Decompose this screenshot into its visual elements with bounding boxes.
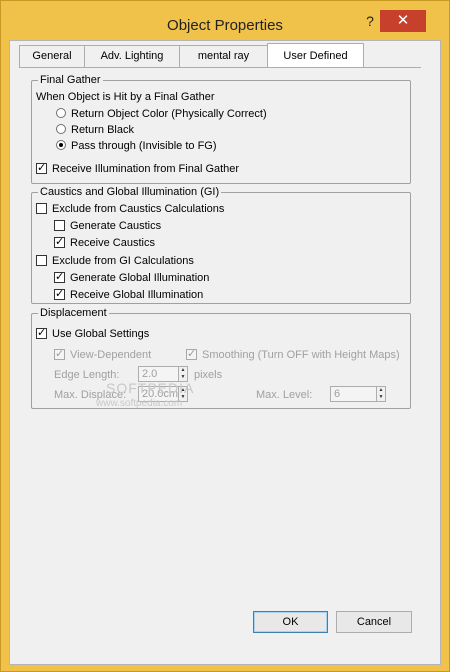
- spinner-arrows-icon[interactable]: ▲ ▼: [376, 387, 385, 401]
- edge-length-unit: pixels: [194, 369, 223, 381]
- tab-user-defined[interactable]: User Defined: [267, 43, 364, 67]
- checkbox[interactable]: [54, 347, 65, 361]
- cancel-button[interactable]: Cancel: [336, 611, 412, 633]
- generate-caustics-checkbox[interactable]: Generate Caustics: [54, 219, 161, 233]
- checkbox[interactable]: [54, 270, 65, 284]
- caustics-gi-group: Caustics and Global Illumination (GI) Ex…: [31, 185, 411, 304]
- watermark-logo: SOFTPEDIA: [106, 380, 195, 396]
- ok-button[interactable]: OK: [253, 611, 328, 633]
- spinner-arrows-icon[interactable]: ▲ ▼: [178, 367, 187, 381]
- tab-pane: Final Gather When Object is Hit by a Fin…: [19, 67, 421, 432]
- max-level-spinner[interactable]: 6 ▲ ▼: [330, 386, 386, 402]
- generate-gi-checkbox[interactable]: Generate Global Illumination: [54, 270, 209, 285]
- final-gather-group: Final Gather When Object is Hit by a Fin…: [31, 73, 411, 184]
- radio-button[interactable]: [56, 124, 66, 134]
- use-global-settings-checkbox[interactable]: Use Global Settings: [36, 326, 149, 341]
- tab-general[interactable]: General: [19, 45, 85, 67]
- checkbox[interactable]: [54, 287, 65, 301]
- dialog-body: General Adv. Lighting mental ray User De…: [9, 40, 441, 665]
- checkbox[interactable]: [186, 347, 197, 361]
- displacement-group: Displacement Use Global Settings View-De…: [31, 306, 411, 409]
- checkbox[interactable]: [36, 255, 47, 266]
- displacement-title: Displacement: [38, 306, 109, 320]
- receive-gi-checkbox[interactable]: Receive Global Illumination: [54, 287, 203, 302]
- fg-option-pass-through[interactable]: Pass through (Invisible to FG): [56, 139, 217, 153]
- smoothing-checkbox[interactable]: Smoothing (Turn OFF with Height Maps): [186, 347, 400, 362]
- final-gather-subtitle: When Object is Hit by a Final Gather: [36, 91, 215, 103]
- edge-length-value: 2.0: [142, 368, 158, 380]
- checkbox[interactable]: [54, 220, 65, 231]
- fg-option-return-color[interactable]: Return Object Color (Physically Correct): [56, 107, 267, 121]
- help-icon[interactable]: ?: [361, 13, 379, 31]
- tab-strip: General Adv. Lighting mental ray User De…: [19, 43, 364, 67]
- receive-fg-checkbox[interactable]: Receive Illumination from Final Gather: [36, 161, 239, 176]
- checkbox[interactable]: [36, 326, 47, 340]
- radio-button-selected[interactable]: [56, 140, 66, 150]
- caustics-gi-title: Caustics and Global Illumination (GI): [38, 185, 222, 199]
- exclude-caustics-checkbox[interactable]: Exclude from Caustics Calculations: [36, 202, 224, 216]
- tab-adv-lighting[interactable]: Adv. Lighting: [84, 45, 180, 67]
- close-icon[interactable]: ✕: [380, 10, 426, 32]
- fg-option-return-black[interactable]: Return Black: [56, 123, 134, 137]
- radio-button[interactable]: [56, 108, 66, 118]
- receive-caustics-checkbox[interactable]: Receive Caustics: [54, 235, 155, 250]
- checkbox[interactable]: [36, 203, 47, 214]
- title-bar[interactable]: Object Properties ? ✕: [1, 1, 449, 39]
- checkbox[interactable]: [36, 161, 47, 175]
- exclude-gi-checkbox[interactable]: Exclude from GI Calculations: [36, 254, 194, 268]
- max-level-value: 6: [334, 388, 341, 400]
- watermark-url: www.softpedia.com: [96, 398, 183, 409]
- tab-mental-ray[interactable]: mental ray: [179, 45, 268, 67]
- checkbox[interactable]: [54, 235, 65, 249]
- dialog-window: Object Properties ? ✕ General Adv. Light…: [0, 0, 450, 672]
- max-level-label: Max. Level:: [256, 389, 313, 401]
- final-gather-title: Final Gather: [38, 73, 103, 87]
- view-dependent-checkbox[interactable]: View-Dependent: [54, 347, 151, 362]
